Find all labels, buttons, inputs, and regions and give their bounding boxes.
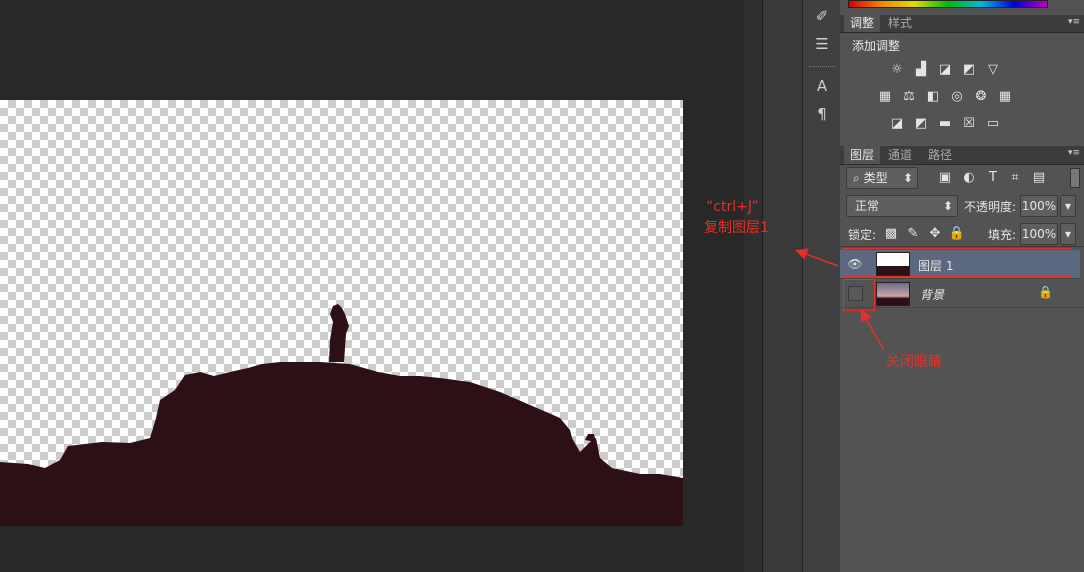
- arrow-to-shortcut: [795, 248, 839, 267]
- annotation-arrows: [795, 248, 885, 351]
- arrow-to-eye: [860, 309, 885, 351]
